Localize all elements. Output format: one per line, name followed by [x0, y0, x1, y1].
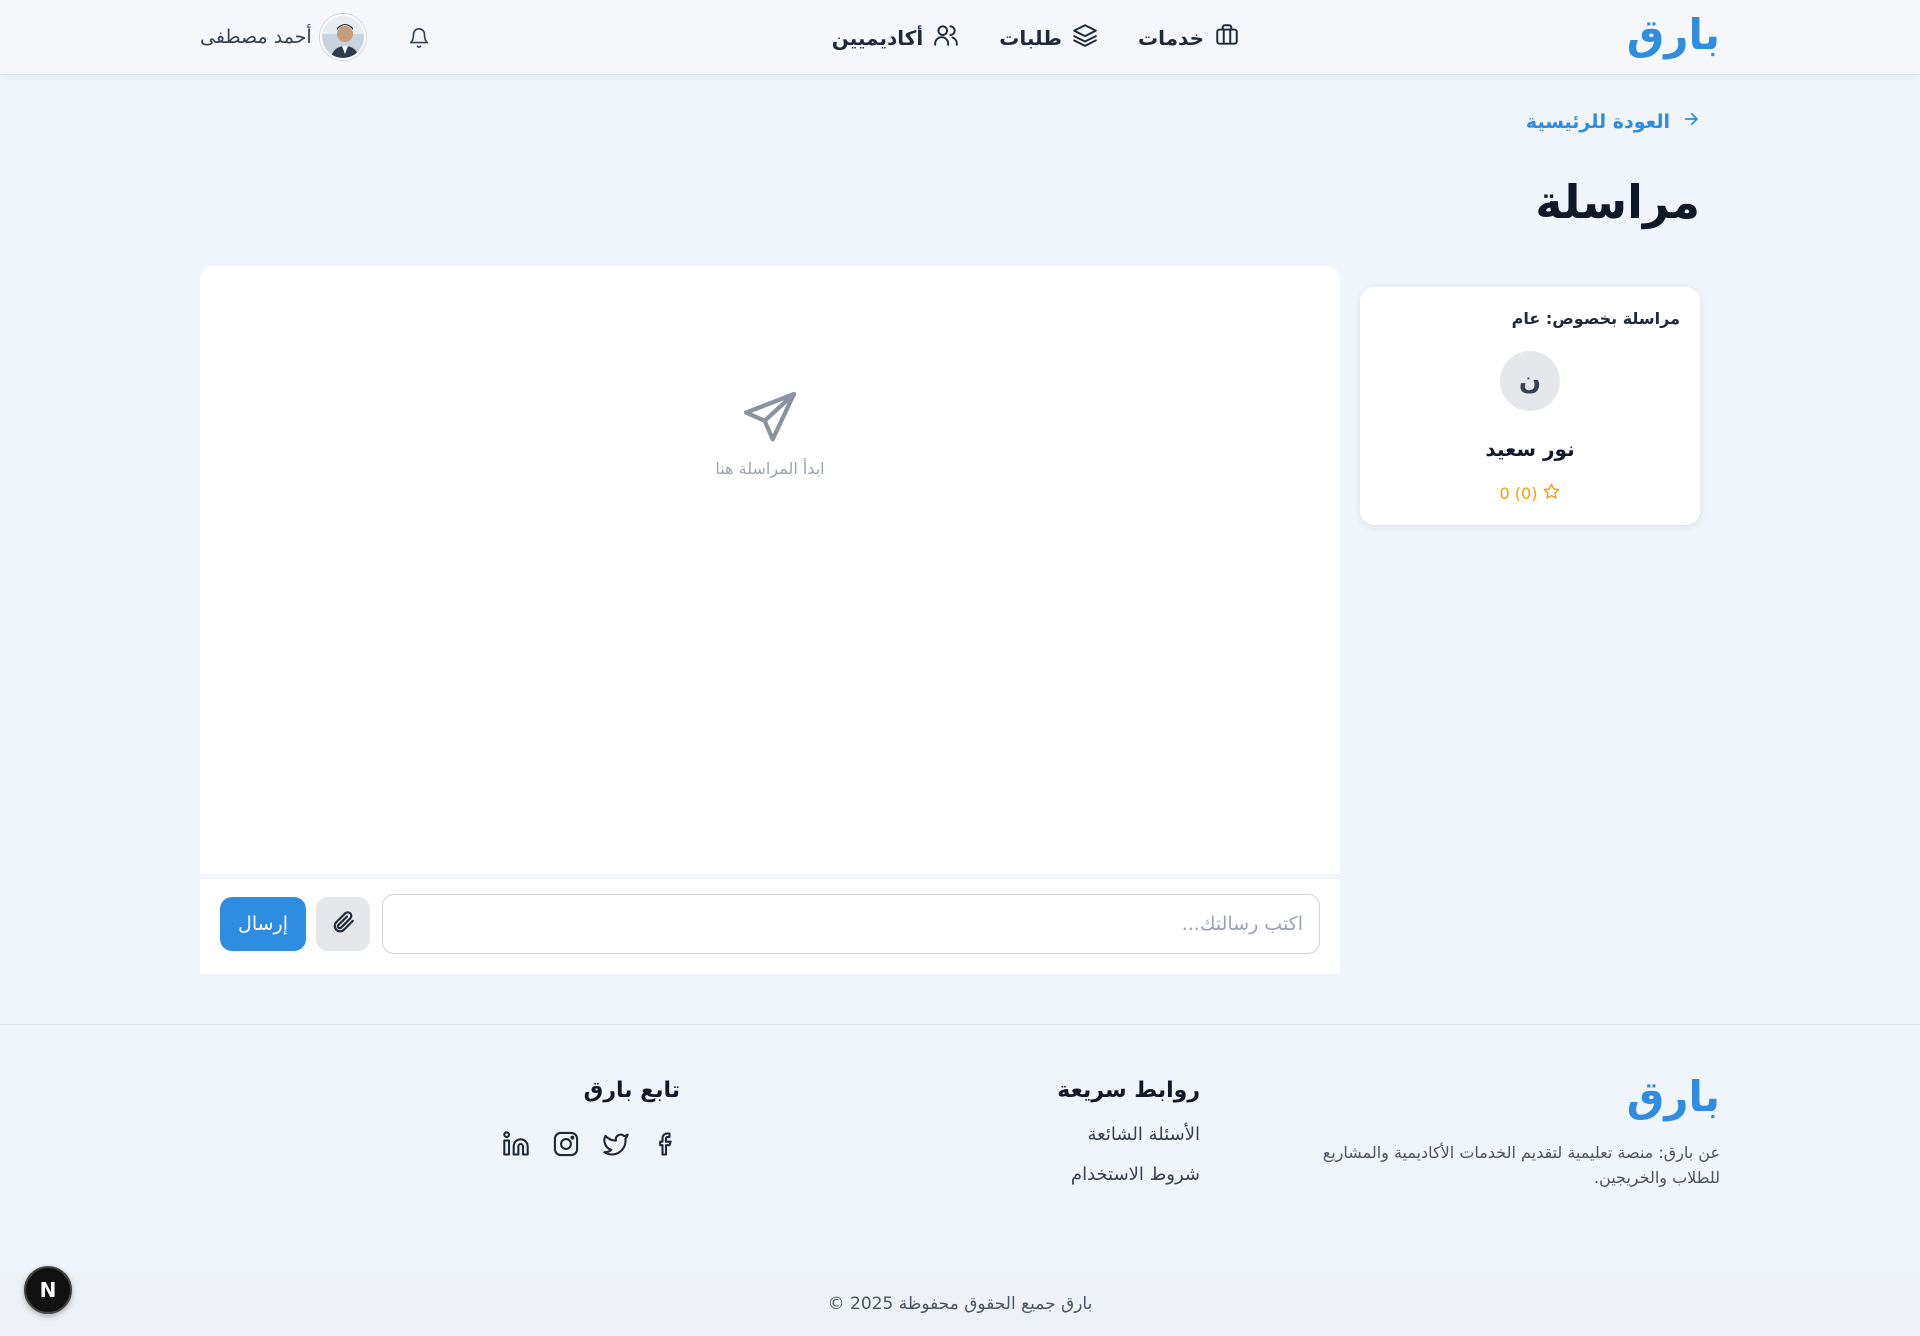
- footer-brand[interactable]: بارق: [1627, 1072, 1720, 1121]
- dev-tools-badge[interactable]: N: [24, 1266, 72, 1314]
- briefcase-icon: [1214, 22, 1240, 53]
- facebook-icon[interactable]: [652, 1130, 680, 1158]
- send-plane-icon: [738, 386, 802, 450]
- contact-rating: 0 (0): [1360, 483, 1700, 504]
- nav-services[interactable]: خدمات: [1138, 22, 1240, 53]
- footer-link-terms[interactable]: شروط الاستخدام: [1071, 1164, 1200, 1185]
- page-title: مراسلة: [1535, 175, 1700, 229]
- footer-about: عن بارق: منصة تعليمية لتقديم الخدمات الأ…: [1322, 1143, 1720, 1187]
- contact-name[interactable]: نور سعيد: [1360, 437, 1700, 461]
- top-header: بارق خدمات طلبات أكاديميين أحمد مصطفى: [0, 0, 1920, 75]
- bell-icon[interactable]: [408, 27, 430, 49]
- nav-services-label: خدمات: [1138, 25, 1204, 50]
- users-icon: [933, 22, 959, 53]
- star-icon: [1543, 483, 1560, 504]
- main-nav: خدمات طلبات أكاديميين: [832, 22, 1240, 53]
- contact-avatar: ن: [1500, 351, 1560, 411]
- send-button[interactable]: إرسال: [220, 897, 306, 951]
- conversation-subject: مراسلة بخصوص: عام: [1511, 309, 1680, 328]
- avatar: [319, 14, 366, 60]
- back-to-home-link[interactable]: العودة للرئيسية: [1526, 110, 1700, 133]
- rating-value: 0 (0): [1499, 484, 1538, 503]
- footer-link-faq[interactable]: الأسئلة الشائعة: [1088, 1124, 1200, 1145]
- footer-divider: [0, 1024, 1920, 1025]
- copyright-text: © 2025 بارق جميع الحقوق محفوظة: [827, 1294, 1093, 1314]
- nav-requests-label: طلبات: [999, 25, 1063, 50]
- nav-academics[interactable]: أكاديميين: [832, 22, 960, 53]
- linkedin-icon[interactable]: [502, 1130, 530, 1158]
- user-name: أحمد مصطفى: [200, 26, 312, 48]
- back-link-label: العودة للرئيسية: [1525, 110, 1670, 133]
- arrow-right-icon: [1682, 110, 1700, 133]
- twitter-icon[interactable]: [602, 1130, 630, 1158]
- paperclip-icon: [330, 909, 356, 939]
- copyright-bar: © 2025 بارق جميع الحقوق محفوظة: [0, 1272, 1920, 1336]
- message-input[interactable]: [382, 894, 1320, 954]
- quick-links-title: روابط سريعة: [1057, 1078, 1200, 1103]
- nav-academics-label: أكاديميين: [831, 25, 924, 50]
- brand-logo[interactable]: بارق: [1627, 10, 1720, 59]
- message-composer: إرسال: [200, 878, 1340, 974]
- attach-button[interactable]: [316, 897, 370, 951]
- empty-chat-text: ابدأ المراسلة هنا: [715, 459, 825, 478]
- instagram-icon[interactable]: [552, 1130, 580, 1158]
- conversation-card: مراسلة بخصوص: عام ن نور سعيد 0 (0): [1360, 287, 1700, 525]
- layers-icon: [1072, 22, 1098, 53]
- social-links: [502, 1130, 680, 1158]
- user-menu[interactable]: أحمد مصطفى: [200, 14, 366, 60]
- follow-title: تابع بارق: [583, 1078, 680, 1103]
- nav-requests[interactable]: طلبات: [999, 22, 1098, 53]
- chat-messages-area: ابدأ المراسلة هنا: [200, 266, 1340, 874]
